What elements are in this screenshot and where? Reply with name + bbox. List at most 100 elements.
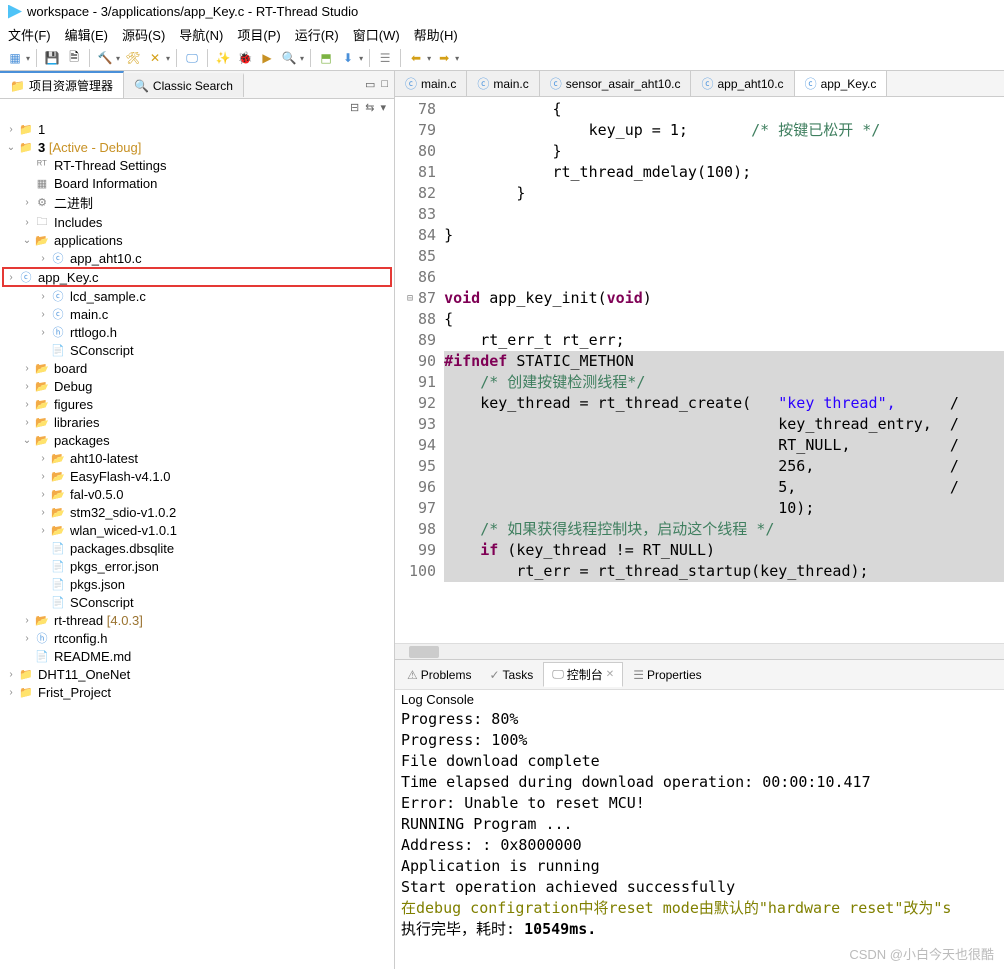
run-icon[interactable]: ▶ (258, 49, 276, 67)
tree-item-1[interactable]: ›📁1 (2, 120, 392, 138)
c-file-icon: ⓒ (550, 75, 562, 92)
build-all-icon[interactable]: 🛠 (124, 49, 142, 67)
menu-file[interactable]: 文件(F) (8, 25, 51, 44)
menu-source[interactable]: 源码(S) (122, 25, 165, 44)
tree-item-main-c[interactable]: ›ⓒmain.c (2, 305, 392, 323)
stack-icon[interactable]: ☰ (376, 49, 394, 67)
scrollbar-thumb[interactable] (409, 646, 439, 658)
tree-item-SConscript[interactable]: 📄SConscript (2, 593, 392, 611)
code-editor[interactable]: 7879808182838485868788899091929394959697… (395, 97, 1004, 643)
tree-item-libraries[interactable]: ›📂libraries (2, 413, 392, 431)
link-editor-icon[interactable]: ⇆ (365, 101, 374, 114)
tree-item-app-aht10-c[interactable]: ›ⓒapp_aht10.c (2, 249, 392, 267)
left-view-tabs: 📁 项目资源管理器 🔍 Classic Search ▭ □ (0, 71, 394, 99)
tree-item-SConscript[interactable]: 📄SConscript (2, 341, 392, 359)
tab-icon: ☰ (633, 668, 644, 682)
tree-item-applications[interactable]: ⌄📂applications (2, 231, 392, 249)
menu-window[interactable]: 窗口(W) (353, 25, 400, 44)
console-output[interactable]: Progress: 80%Progress: 100%File download… (395, 709, 1004, 969)
editor-hscrollbar[interactable] (395, 643, 1004, 659)
maximize-icon[interactable]: □ (381, 78, 388, 91)
tree-item-3[interactable]: ⌄📁3 [Active - Debug] (2, 138, 392, 156)
sdk-icon[interactable]: ⬒ (317, 49, 335, 67)
tree-item-Debug[interactable]: ›📂Debug (2, 377, 392, 395)
app-logo-icon (8, 5, 22, 19)
tree-item-Includes[interactable]: ›🗀Includes (2, 213, 392, 231)
forward-icon[interactable]: ➡ (435, 49, 453, 67)
tree-item-RT-Thread-Settings[interactable]: ᴿᵀRT-Thread Settings (2, 156, 392, 174)
tree-item-EasyFlash-v4-1-0[interactable]: ›📂EasyFlash-v4.1.0 (2, 467, 392, 485)
bottom-tab-Problems[interactable]: ⚠ Problems (399, 665, 479, 685)
titlebar: workspace - 3/applications/app_Key.c - R… (0, 0, 1004, 23)
tab-project-explorer[interactable]: 📁 项目资源管理器 (0, 71, 124, 98)
project-tree[interactable]: ›📁1⌄📁3 [Active - Debug]ᴿᵀRT-Thread Setti… (0, 116, 394, 969)
c-file-icon: ⓒ (805, 75, 817, 92)
line-gutter: 7879808182838485868788899091929394959697… (395, 97, 444, 643)
menu-project[interactable]: 项目(P) (237, 25, 280, 44)
main-area: 📁 项目资源管理器 🔍 Classic Search ▭ □ ⊟ ⇆ ▾ ›📁1… (0, 71, 1004, 969)
tree-item-pkgs-json[interactable]: 📄pkgs.json (2, 575, 392, 593)
tree-item-aht10-latest[interactable]: ›📂aht10-latest (2, 449, 392, 467)
editor-tab-4[interactable]: ⓒapp_Key.c (795, 71, 888, 96)
tools-icon[interactable]: ✕ (146, 49, 164, 67)
explorer-icon: 📁 (10, 79, 25, 93)
window-title: workspace - 3/applications/app_Key.c - R… (27, 4, 358, 19)
editor-tabs: ⓒmain.cⓒmain.cⓒsensor_asair_aht10.cⓒapp_… (395, 71, 1004, 97)
search-icon[interactable]: 🔍 (280, 49, 298, 67)
c-file-icon: ⓒ (701, 75, 713, 92)
tree-item-packages[interactable]: ⌄📂packages (2, 431, 392, 449)
c-file-icon: ⓒ (477, 75, 489, 92)
view-menu-icon[interactable]: ▾ (380, 101, 386, 114)
code-area[interactable]: { key_up = 1; /* 按键已松开 */ } rt_thread_md… (444, 97, 1004, 643)
right-panel: ⓒmain.cⓒmain.cⓒsensor_asair_aht10.cⓒapp_… (395, 71, 1004, 969)
save-all-icon[interactable]: 🗎 (65, 49, 83, 67)
new-icon[interactable]: ▦ (6, 49, 24, 67)
terminal-icon[interactable]: 🖵 (183, 49, 201, 67)
menu-help[interactable]: 帮助(H) (414, 25, 458, 44)
menu-navigate[interactable]: 导航(N) (179, 25, 223, 44)
tree-item-wlan-wiced-v1-0-1[interactable]: ›📂wlan_wiced-v1.0.1 (2, 521, 392, 539)
bottom-tab-Properties[interactable]: ☰ Properties (625, 665, 709, 685)
tree-item-packages-dbsqlite[interactable]: 📄packages.dbsqlite (2, 539, 392, 557)
tree-item-lcd-sample-c[interactable]: ›ⓒlcd_sample.c (2, 287, 392, 305)
build-icon[interactable]: 🔨 (96, 49, 114, 67)
editor-tab-2[interactable]: ⓒsensor_asair_aht10.c (540, 71, 692, 96)
download-icon[interactable]: ⬇ (339, 49, 357, 67)
tree-item-pkgs-error-json[interactable]: 📄pkgs_error.json (2, 557, 392, 575)
tree-item-board[interactable]: ›📂board (2, 359, 392, 377)
tree-item-fal-v0-5-0[interactable]: ›📂fal-v0.5.0 (2, 485, 392, 503)
left-panel: 📁 项目资源管理器 🔍 Classic Search ▭ □ ⊟ ⇆ ▾ ›📁1… (0, 71, 395, 969)
tree-item-Board-Information[interactable]: ▦Board Information (2, 174, 392, 192)
back-icon[interactable]: ⬅ (407, 49, 425, 67)
editor-tab-1[interactable]: ⓒmain.c (467, 71, 539, 96)
tree-item----[interactable]: ›⚙二进制 (2, 192, 392, 213)
bottom-tab-Tasks[interactable]: ✓ Tasks (481, 665, 541, 685)
tree-item-rttlogo-h[interactable]: ›ⓗrttlogo.h (2, 323, 392, 341)
tab-icon: ⚠ (407, 668, 418, 682)
tree-item-rtconfig-h[interactable]: ›ⓗrtconfig.h (2, 629, 392, 647)
bottom-tab-控制台[interactable]: 🖵 控制台 ✕ (543, 662, 623, 687)
tree-item-figures[interactable]: ›📂figures (2, 395, 392, 413)
minimize-icon[interactable]: ▭ (365, 78, 375, 91)
collapse-all-icon[interactable]: ⊟ (350, 101, 359, 114)
menu-run[interactable]: 运行(R) (295, 25, 339, 44)
editor-tab-0[interactable]: ⓒmain.c (395, 71, 467, 96)
save-icon[interactable]: 💾 (43, 49, 61, 67)
main-toolbar: ▦▾ 💾 🗎 🔨▾ 🛠 ✕▾ 🖵 ✨ 🐞 ▶ 🔍▾ ⬒ ⬇▾ ☰ ⬅▾ ➡▾ (0, 46, 1004, 71)
editor-tab-3[interactable]: ⓒapp_aht10.c (691, 71, 794, 96)
tree-item-Frist-Project[interactable]: ›📁Frist_Project (2, 683, 392, 701)
tab-icon: ✓ (489, 668, 499, 682)
tree-item-rt-thread[interactable]: ›📂rt-thread [4.0.3] (2, 611, 392, 629)
debug-config-icon[interactable]: ✨ (214, 49, 232, 67)
bottom-tabs: ⚠ Problems✓ Tasks🖵 控制台 ✕☰ Properties (395, 660, 1004, 690)
watermark: CSDN @小白今天也很酷 (849, 944, 994, 963)
tree-item-stm32-sdio-v1-0-2[interactable]: ›📂stm32_sdio-v1.0.2 (2, 503, 392, 521)
tree-item-app-Key-c[interactable]: ›ⓒapp_Key.c (2, 267, 392, 287)
tree-item-README-md[interactable]: 📄README.md (2, 647, 392, 665)
debug-icon[interactable]: 🐞 (236, 49, 254, 67)
console-title: Log Console (395, 690, 1004, 709)
tree-item-DHT11-OneNet[interactable]: ›📁DHT11_OneNet (2, 665, 392, 683)
c-file-icon: ⓒ (405, 75, 417, 92)
menu-edit[interactable]: 编辑(E) (65, 25, 108, 44)
tab-classic-search[interactable]: 🔍 Classic Search (124, 73, 244, 97)
